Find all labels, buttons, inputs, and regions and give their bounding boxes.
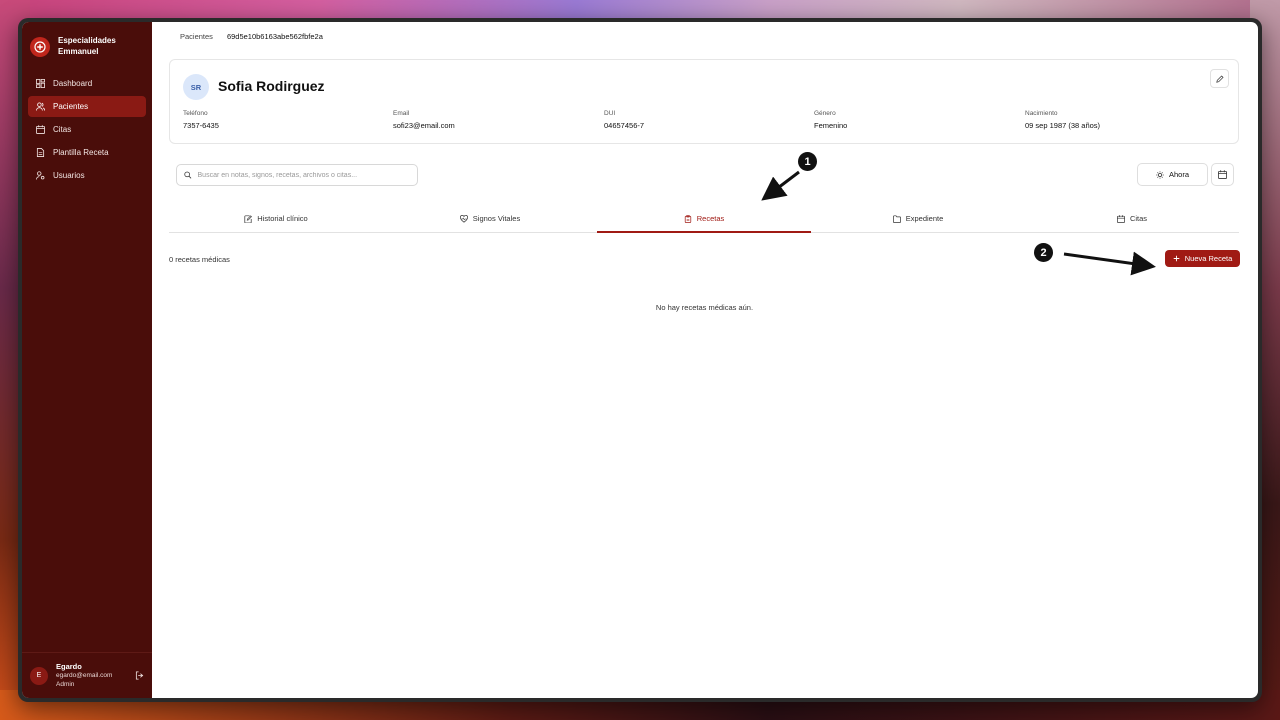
main-content: Pacientes 69d5e10b6163abe562fbfe2a SR So… (152, 22, 1258, 698)
field-telefono: Teléfono 7357-6435 (183, 110, 219, 130)
sidebar-nav: Dashboard Pacientes Citas Plantilla Rece… (22, 73, 152, 186)
sidebar-item-label: Citas (53, 125, 72, 134)
sidebar-item-label: Pacientes (53, 102, 89, 111)
breadcrumb-current: 69d5e10b6163abe562fbfe2a (226, 32, 323, 41)
tab-citas[interactable]: Citas (1025, 205, 1239, 232)
calendar-icon (1116, 214, 1125, 223)
user-cog-icon (36, 171, 45, 180)
sidebar-item-dashboard[interactable]: Dashboard (28, 73, 146, 94)
recetas-count: 0 recetas médicas (169, 255, 230, 264)
sun-icon (1156, 170, 1164, 179)
brand-name: Especialidades Emmanuel (58, 36, 116, 56)
now-button-label: Ahora (1168, 170, 1189, 179)
user-email: egardo@email.com (56, 672, 113, 679)
breadcrumb-pacientes[interactable]: Pacientes (180, 32, 213, 41)
sidebar: Especialidades Emmanuel Dashboard Pacien… (22, 22, 152, 698)
heart-pulse-icon (459, 214, 468, 223)
sidebar-item-plantilla-receta[interactable]: Plantilla Receta (28, 142, 146, 163)
sidebar-item-label: Plantilla Receta (53, 148, 109, 157)
search-icon (184, 171, 192, 179)
plus-circle-icon (30, 36, 50, 57)
empty-state-message: No hay recetas médicas aún. (655, 303, 754, 312)
calendar-button[interactable] (1211, 163, 1234, 186)
app-window: Especialidades Emmanuel Dashboard Pacien… (18, 18, 1262, 702)
tab-historial-clinico[interactable]: Historial clínico (169, 205, 383, 232)
now-button[interactable]: Ahora (1137, 163, 1208, 186)
calendar-icon (1218, 170, 1227, 179)
sidebar-item-usuarios[interactable]: Usuarios (28, 165, 146, 186)
field-nacimiento: Nacimiento 09 sep 1987 (38 años) (1025, 110, 1101, 130)
nueva-receta-label: Nueva Receta (1184, 254, 1233, 263)
document-icon (36, 148, 45, 157)
users-icon (36, 102, 45, 111)
tab-signos-vitales[interactable]: Signos Vitales (383, 205, 597, 232)
patient-name: Sofia Rodirguez (218, 78, 325, 94)
edit-patient-button[interactable] (1210, 69, 1229, 88)
clipboard-edit-icon (244, 214, 253, 223)
folder-icon (892, 214, 901, 223)
calendar-icon (36, 125, 45, 134)
tab-expediente[interactable]: Expediente (811, 205, 1025, 232)
avatar[interactable]: E (30, 666, 48, 685)
breadcrumb: Pacientes 69d5e10b6163abe562fbfe2a (180, 32, 323, 41)
user-profile: E Egardo egardo@email.com Admin (22, 652, 152, 698)
search-input[interactable] (197, 171, 410, 179)
tab-recetas[interactable]: Recetas (597, 205, 811, 233)
user-name: Egardo (56, 662, 82, 671)
search-box (176, 164, 418, 186)
patient-card: SR Sofia Rodirguez Teléfono 7357-6435 Em… (169, 59, 1239, 144)
patient-avatar: SR (183, 74, 209, 100)
logout-icon[interactable] (135, 671, 144, 680)
brand[interactable]: Especialidades Emmanuel (22, 22, 152, 73)
field-dui: DUI 04657456-7 (604, 110, 645, 130)
user-role: Admin (56, 681, 75, 688)
sidebar-item-pacientes[interactable]: Pacientes (28, 96, 146, 117)
tabs: Historial clínico Signos Vitales Recetas… (169, 205, 1239, 233)
sidebar-item-label: Dashboard (53, 79, 93, 88)
dashboard-icon (36, 79, 45, 88)
sidebar-item-label: Usuarios (53, 171, 85, 180)
sidebar-item-citas[interactable]: Citas (28, 119, 146, 140)
pencil-icon (1215, 74, 1224, 83)
nueva-receta-button[interactable]: Nueva Receta (1165, 250, 1240, 267)
clipboard-icon (684, 214, 691, 223)
field-email: Email sofi23@email.com (393, 110, 455, 130)
plus-icon (1173, 255, 1180, 262)
field-genero: Género Femenino (814, 110, 848, 130)
